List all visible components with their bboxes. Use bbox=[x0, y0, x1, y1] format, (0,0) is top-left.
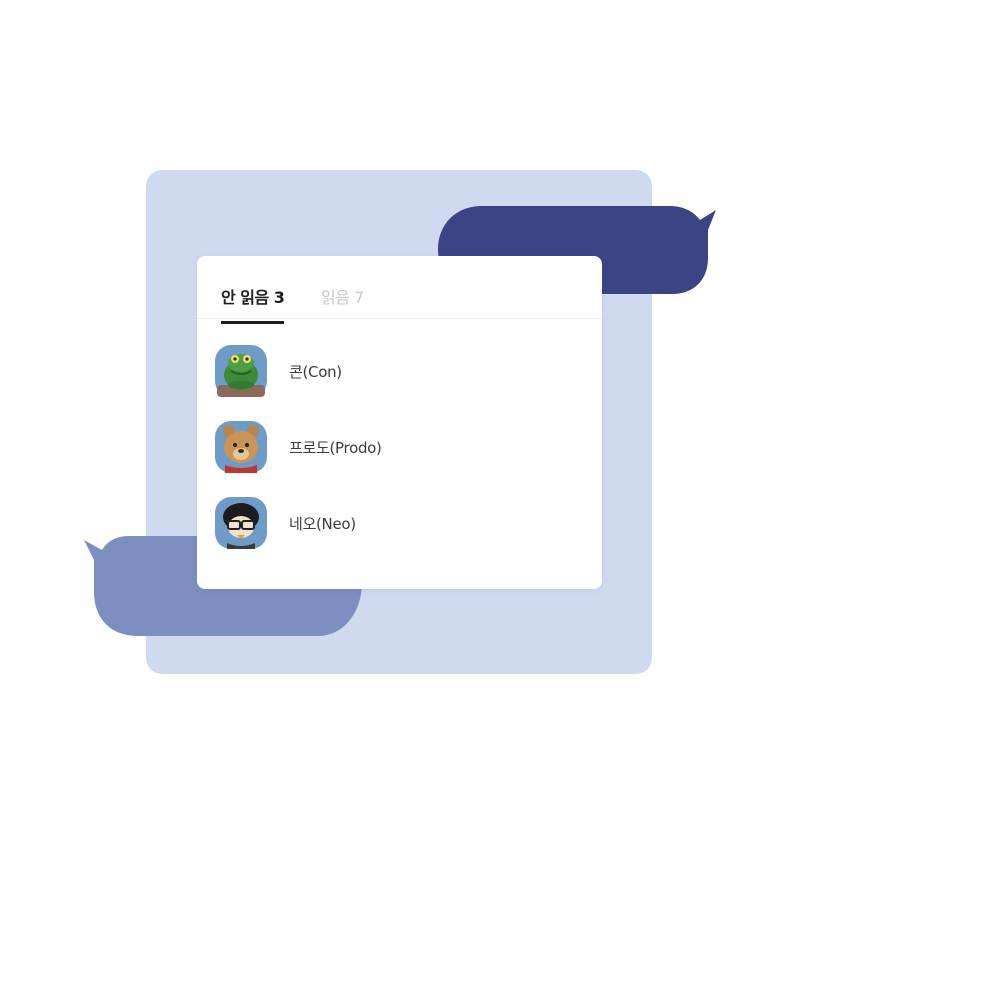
tab-read[interactable]: 읽음 7 bbox=[321, 284, 364, 308]
tab-bar: 안 읽음 3 읽음 7 bbox=[197, 256, 602, 324]
tab-unread[interactable]: 안 읽음 3 bbox=[221, 284, 285, 324]
member-name: 프로도(Prodo) bbox=[289, 439, 382, 457]
read-status-panel: 안 읽음 3 읽음 7 콘(Con) 프로도(Prodo) 네오(Neo) bbox=[197, 256, 602, 589]
member-name: 네오(Neo) bbox=[289, 515, 356, 533]
prodo-dog-avatar-icon bbox=[215, 421, 267, 473]
con-crocodile-avatar-icon bbox=[215, 345, 267, 397]
list-item[interactable]: 네오(Neo) bbox=[215, 497, 585, 553]
list-item[interactable]: 콘(Con) bbox=[215, 345, 585, 401]
member-name: 콘(Con) bbox=[289, 363, 342, 381]
list-item[interactable]: 프로도(Prodo) bbox=[215, 421, 585, 477]
neo-cat-avatar-icon bbox=[215, 497, 267, 549]
